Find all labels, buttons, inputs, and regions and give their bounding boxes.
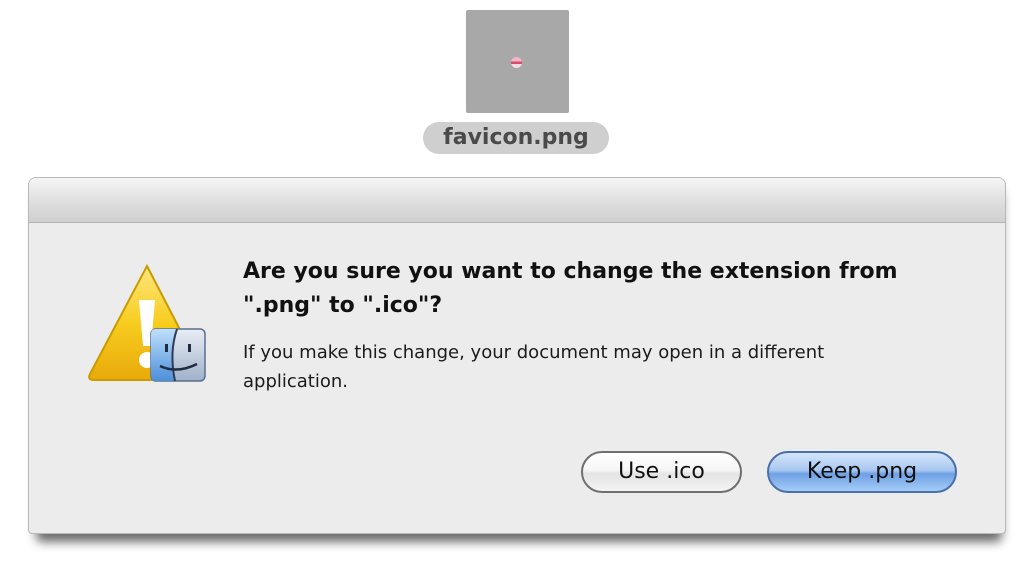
sheet-title-bar	[29, 178, 1005, 223]
keep-png-button[interactable]: Keep .png	[767, 451, 957, 493]
finder-icon	[150, 328, 206, 382]
use-ico-button[interactable]: Use .ico	[581, 451, 742, 493]
caution-icon	[88, 263, 206, 382]
favicon-preview-icon	[511, 57, 522, 68]
alert-informative-text: If you make this change, your document m…	[243, 342, 825, 392]
alert-message: Are you sure you want to change the exte…	[243, 259, 898, 318]
file-name-label[interactable]: favicon.png	[423, 122, 609, 154]
